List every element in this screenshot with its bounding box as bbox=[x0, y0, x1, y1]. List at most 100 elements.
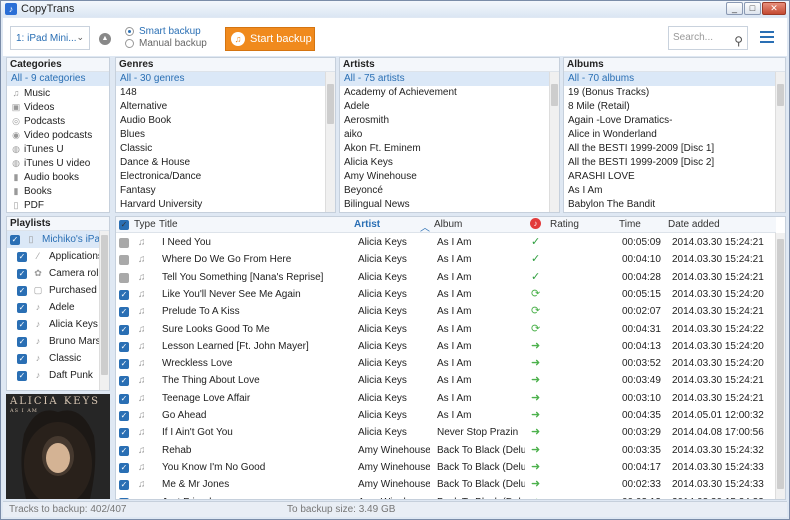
artist-item[interactable]: Adele bbox=[340, 100, 559, 114]
table-row[interactable]: ✓ ♫ Sure Looks Good To Me Alicia Keys As I A… bbox=[116, 321, 776, 338]
close-button[interactable]: ✕ bbox=[762, 2, 786, 15]
table-row[interactable]: ✓ ♫ Lesson Learned [Ft. John Mayer] Alicia … bbox=[116, 338, 776, 355]
table-row[interactable]: ✓ ♫ The Thing About Love Alicia Keys As I Am… bbox=[116, 372, 776, 389]
col-rating[interactable]: Rating bbox=[550, 219, 579, 230]
category-item[interactable]: ◍ iTunes U bbox=[7, 142, 109, 156]
playlist-item[interactable]: ✓ ▢ Purchased bbox=[7, 282, 109, 299]
col-artist[interactable]: Artist bbox=[354, 219, 380, 230]
artist-item[interactable]: Academy of Achievement bbox=[340, 86, 559, 100]
album-item[interactable]: Babylon The Bandit bbox=[564, 198, 785, 212]
col-date-added[interactable]: Date added bbox=[668, 219, 720, 230]
category-item[interactable]: ◉ Video podcasts bbox=[7, 128, 109, 142]
category-item[interactable]: ▯ PDF bbox=[7, 198, 109, 212]
table-row[interactable]: ✓ ♫ Teenage Love Affair Alicia Keys As I Am ➜… bbox=[116, 390, 776, 407]
device-select[interactable]: 1: iPad Mini... ⌄ bbox=[10, 26, 90, 50]
artist-item[interactable]: Bilingual News bbox=[340, 198, 559, 212]
track-checkbox[interactable]: ✓ bbox=[119, 341, 129, 352]
playlist-item[interactable]: ✓ ♪ Adele bbox=[7, 299, 109, 316]
category-item[interactable]: ◍ iTunes U video bbox=[7, 156, 109, 170]
genre-item[interactable]: Alternative bbox=[116, 100, 335, 114]
playlist-item[interactable]: ✓ ⁄ Applications bbox=[7, 248, 109, 265]
playlist-item[interactable]: ✓ ✿ Camera roll bbox=[7, 265, 109, 282]
album-item[interactable]: All the BESTI 1999-2009 [Disc 1] bbox=[564, 142, 785, 156]
album-item[interactable]: As I Am bbox=[564, 184, 785, 198]
artist-item[interactable]: aiko bbox=[340, 128, 559, 142]
playlist-checkbox[interactable]: ✓ bbox=[17, 370, 27, 381]
table-row[interactable]: ✓ ♫ Rehab Amy Winehouse Back To Black (Delu.… bbox=[116, 442, 776, 459]
album-item[interactable]: Again -Love Dramatics- bbox=[564, 114, 785, 128]
playlist-item[interactable]: ✓ ♪ Classic bbox=[7, 350, 109, 367]
category-item[interactable]: All - 9 categories bbox=[7, 72, 109, 86]
track-checkbox[interactable]: ✓ bbox=[119, 307, 129, 318]
artist-item[interactable]: Amy Winehouse bbox=[340, 170, 559, 184]
album-item[interactable]: 19 (Bonus Tracks) bbox=[564, 86, 785, 100]
album-item[interactable]: All - 70 albums bbox=[564, 72, 785, 86]
track-checkbox[interactable] bbox=[119, 238, 129, 248]
col-title[interactable]: Title bbox=[159, 219, 178, 230]
artist-item[interactable]: Akon Ft. Eminem bbox=[340, 142, 559, 156]
table-row[interactable]: ✓ ♫ Me & Mr Jones Amy Winehouse Back To Blac… bbox=[116, 476, 776, 493]
playlist-checkbox[interactable]: ✓ bbox=[17, 336, 27, 347]
playlist-checkbox[interactable]: ✓ bbox=[17, 251, 27, 262]
table-row[interactable]: ✓ ♫ If I Ain't Got You Alicia Keys Never Sto… bbox=[116, 424, 776, 441]
table-row[interactable]: ✓♫Go AheadAlicia KeysAs I Am➜★★★★★00:04:… bbox=[116, 407, 776, 424]
table-row[interactable]: ✓♫Wreckless LoveAlicia KeysAs I Am➜★★★★★… bbox=[116, 355, 776, 372]
track-checkbox[interactable]: ✓ bbox=[119, 445, 129, 456]
tracks-scrollbar[interactable] bbox=[775, 233, 785, 499]
category-item[interactable]: ▣ Videos bbox=[7, 100, 109, 114]
track-checkbox[interactable]: ✓ bbox=[119, 497, 129, 499]
minimize-button[interactable]: _ bbox=[726, 2, 743, 15]
eject-icon[interactable]: ▲ bbox=[99, 33, 111, 45]
category-item[interactable]: ♫ Music bbox=[7, 86, 109, 100]
artists-scrollbar[interactable] bbox=[549, 72, 559, 212]
category-item[interactable]: ◎ Podcasts bbox=[7, 114, 109, 128]
category-item[interactable]: ▮ Books bbox=[7, 184, 109, 198]
menu-icon[interactable] bbox=[760, 31, 774, 43]
search-input[interactable]: Search... ⚲ bbox=[668, 26, 748, 50]
table-row[interactable]: ✓ ♫ Just Friends Amy Winehouse Back To Black… bbox=[116, 494, 776, 499]
artist-item[interactable]: Beyoncé bbox=[340, 184, 559, 198]
genre-item[interactable]: Electronica/Dance bbox=[116, 170, 335, 184]
table-row[interactable]: ♫I Need YouAlicia KeysAs I Am✓★★★★★00:05… bbox=[116, 234, 776, 251]
playlist-checkbox[interactable]: ✓ bbox=[17, 268, 27, 279]
playlist-item[interactable]: ✓ ♪ Daft Punk bbox=[7, 367, 109, 384]
playlists-scrollbar[interactable] bbox=[99, 231, 109, 390]
genres-scrollbar[interactable] bbox=[325, 72, 335, 212]
track-checkbox[interactable]: ✓ bbox=[119, 411, 129, 421]
genre-item[interactable]: All - 30 genres bbox=[116, 72, 335, 86]
track-checkbox[interactable]: ✓ bbox=[119, 359, 129, 370]
playlist-checkbox[interactable]: ✓ bbox=[17, 319, 27, 330]
album-item[interactable]: 8 Mile (Retail) bbox=[564, 100, 785, 114]
genre-item[interactable]: Fantasy bbox=[116, 184, 335, 198]
table-row[interactable]: ✓♫Prelude To A KissAlicia KeysAs I Am⟳★★… bbox=[116, 303, 776, 320]
track-checkbox[interactable]: ✓ bbox=[119, 428, 129, 439]
table-row[interactable]: ✓ ♫ Like You'll Never See Me Again Alicia K… bbox=[116, 286, 776, 303]
manual-backup-radio[interactable]: Manual backup bbox=[125, 38, 207, 49]
genre-item[interactable]: Audio Book bbox=[116, 114, 335, 128]
start-backup-button[interactable]: ♫ Start backup bbox=[225, 27, 315, 51]
select-all-checkbox[interactable]: ✓ bbox=[119, 220, 129, 230]
playlist-item[interactable]: ✓ ♪ Bruno Mars bbox=[7, 333, 109, 350]
genre-item[interactable]: 148 bbox=[116, 86, 335, 100]
track-checkbox[interactable] bbox=[119, 272, 129, 283]
col-time[interactable]: Time bbox=[619, 219, 641, 230]
playlist-item[interactable]: ✓ ▯ Michiko's iPa... bbox=[7, 231, 109, 248]
playlist-checkbox[interactable]: ✓ bbox=[10, 234, 20, 245]
itunes-status-icon[interactable]: ♪ bbox=[530, 218, 541, 229]
track-checkbox[interactable] bbox=[119, 255, 129, 266]
col-type[interactable]: Type bbox=[134, 219, 156, 230]
col-album[interactable]: Album bbox=[434, 219, 462, 230]
maximize-button[interactable]: □ bbox=[744, 2, 761, 15]
album-item[interactable]: All the BESTI 1999-2009 [Disc 2] bbox=[564, 156, 785, 170]
playlist-checkbox[interactable]: ✓ bbox=[17, 285, 27, 296]
search-icon[interactable]: ⚲ bbox=[734, 30, 743, 52]
genre-item[interactable]: Dance & House bbox=[116, 156, 335, 170]
playlist-checkbox[interactable]: ✓ bbox=[17, 302, 27, 313]
playlist-checkbox[interactable]: ✓ bbox=[17, 353, 27, 364]
table-row[interactable]: ✓ ♫ You Know I'm No Good Amy Winehouse Back … bbox=[116, 459, 776, 476]
track-checkbox[interactable]: ✓ bbox=[119, 480, 129, 491]
smart-backup-radio[interactable]: Smart backup bbox=[125, 26, 201, 37]
track-checkbox[interactable]: ✓ bbox=[119, 376, 129, 387]
album-item[interactable]: ARASHI LOVE bbox=[564, 170, 785, 184]
artist-item[interactable]: Aerosmith bbox=[340, 114, 559, 128]
